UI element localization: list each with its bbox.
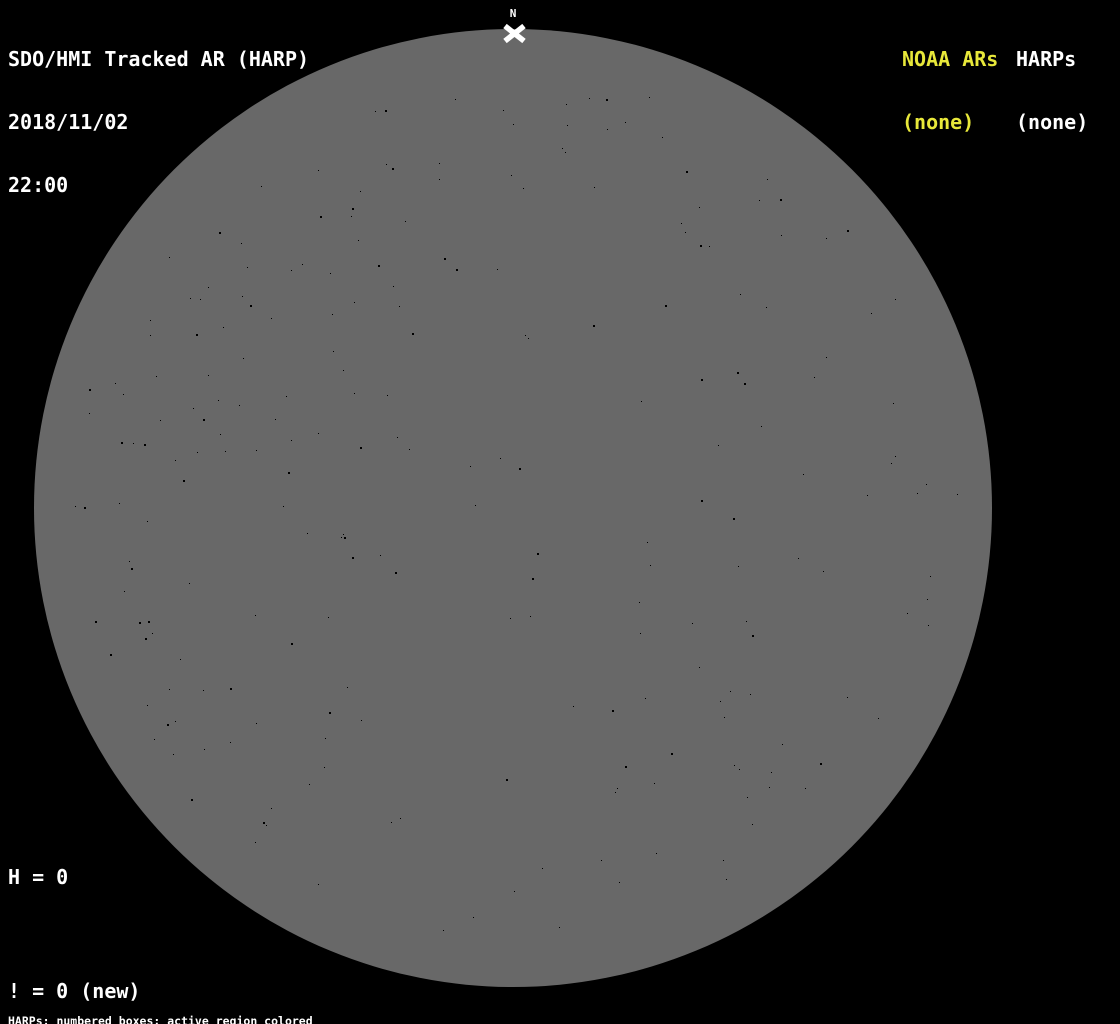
harp-tracking-image: N SDO/HMI Tracked AR (HARP) 2018/11/02 2… (0, 0, 1120, 1024)
observation-time: 22:00 (8, 173, 69, 197)
harps-counter: HARPs (none) (1016, 7, 1088, 175)
app-title: SDO/HMI Tracked AR (HARP) (8, 47, 310, 71)
harps-value: (none) (1016, 110, 1089, 134)
noaa-ars-label: NOAA ARs (902, 47, 999, 71)
footnote: HARPs: numbered boxes; active region col… (8, 990, 410, 1024)
title-block: SDO/HMI Tracked AR (HARP) 2018/11/02 22:… (8, 7, 309, 238)
observation-date: 2018/11/02 (8, 110, 129, 134)
noaa-ars-value: (none) (902, 110, 975, 134)
legend-line-blank (8, 925, 237, 944)
north-label: N (509, 7, 517, 20)
legend-line-h-count: H = 0 (8, 865, 69, 889)
north-pole-cross-icon (503, 23, 526, 44)
harps-label: HARPs (1016, 47, 1077, 71)
noaa-ars-counter: NOAA ARs (none) (902, 7, 998, 175)
footnote-harps: HARPs: numbered boxes; active region col… (8, 1013, 313, 1024)
